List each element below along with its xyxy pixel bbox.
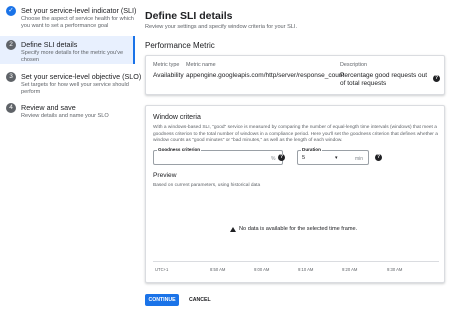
x-axis-tick: 9:30 AM (387, 267, 403, 272)
percent-suffix: % (271, 156, 276, 162)
step-description: Set targets for how well your service sh… (21, 82, 129, 96)
metric-description-value: Percentage good requests out of total re… (340, 72, 428, 87)
x-axis-tick: 9:10 AM (298, 267, 314, 272)
step-description: Choose the aspect of service health for … (21, 16, 134, 30)
duration-field[interactable]: Duration 5 ▾ min (297, 147, 369, 165)
help-icon[interactable]: ? (375, 154, 382, 161)
active-step-indicator (133, 36, 135, 64)
continue-button[interactable]: CONTINUE (145, 294, 179, 306)
stepper-sidebar: ✓ Set your service-level indicator (SLI)… (0, 0, 142, 316)
step-title: Set your service-level indicator (SLI) (21, 6, 137, 15)
duration-label: Duration (301, 147, 322, 152)
step-number: 4 (6, 103, 16, 113)
step-description: Specify more details for the metric you'… (21, 50, 124, 64)
step-title: Review and save (21, 103, 76, 112)
step-title: Set your service-level objective (SLO) (21, 72, 142, 81)
duration-value: 5 (302, 155, 306, 161)
x-axis-tick: 8:50 AM (210, 267, 226, 272)
step-title: Define SLI details (21, 40, 78, 49)
metric-type-header: Metric type (153, 62, 180, 68)
goodness-criterion-label: Goodness criterion (157, 147, 202, 152)
min-suffix: min (355, 156, 364, 162)
preview-chart: No data is available for the selected ti… (153, 196, 439, 276)
step-review-save[interactable]: 4 Review and save Review details and nam… (0, 103, 135, 120)
step-set-slo[interactable]: 3 Set your service-level objective (SLO)… (0, 72, 142, 96)
step-number: 2 (6, 40, 16, 50)
window-criteria-description: With a windows-based SLI, "good" service… (153, 125, 438, 144)
performance-metric-heading: Performance Metric (145, 41, 215, 50)
preview-subtitle: Based on current parameters, using histo… (153, 183, 261, 188)
metric-name-value: appengine.googleapis.com/http/server/res… (186, 72, 345, 79)
page-subtitle: Review your settings and specify window … (145, 24, 298, 30)
cancel-button[interactable]: CANCEL (189, 294, 211, 306)
step-number: 3 (6, 72, 16, 82)
x-axis-tick: 9:20 AM (342, 267, 358, 272)
step-define-sli-details[interactable]: 2 Define SLI details Specify more detail… (0, 36, 135, 64)
x-axis-tick: UTC+1 (155, 267, 169, 272)
goodness-criterion-field[interactable]: Goodness criterion % (153, 147, 283, 165)
metric-description-header: Description (340, 62, 367, 68)
dropdown-arrow-icon[interactable]: ▾ (335, 155, 338, 161)
help-icon[interactable]: ? (433, 75, 440, 82)
page-title: Define SLI details (145, 10, 233, 22)
help-icon[interactable]: ? (278, 154, 285, 161)
no-data-message: No data is available for the selected ti… (239, 226, 358, 232)
preview-heading: Preview (153, 172, 177, 179)
window-criteria-heading: Window criteria (153, 114, 201, 121)
x-axis-line (153, 261, 439, 262)
metric-name-header: Metric name (186, 62, 216, 68)
step-description: Review details and name your SLO (21, 113, 109, 119)
warning-icon (230, 227, 236, 232)
window-criteria-card: Window criteria With a windows-based SLI… (145, 105, 445, 283)
step-set-sli[interactable]: ✓ Set your service-level indicator (SLI)… (0, 6, 137, 30)
metric-type-value: Availability (153, 72, 184, 79)
x-axis-tick: 9:00 AM (254, 267, 270, 272)
check-icon: ✓ (6, 6, 16, 16)
performance-metric-card: Metric type Metric name Description Avai… (145, 55, 445, 95)
